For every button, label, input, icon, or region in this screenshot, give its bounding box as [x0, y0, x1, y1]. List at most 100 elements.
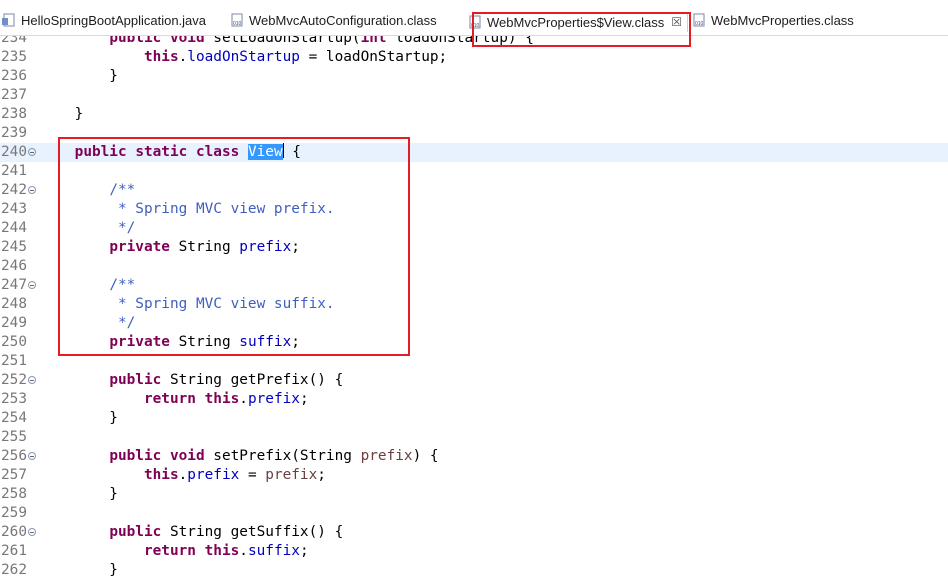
fold-toggle-icon[interactable] — [28, 452, 36, 460]
code-token: } — [40, 562, 118, 578]
code-text: public void setLoadOnStartup(int loadOnS… — [40, 36, 534, 48]
code-token: this — [204, 391, 240, 407]
code-line[interactable]: 235 this.loadOnStartup = loadOnStartup; — [0, 48, 948, 67]
fold-toggle-icon[interactable] — [28, 186, 36, 194]
line-number: 252 — [1, 372, 27, 388]
code-token: } — [40, 68, 118, 84]
line-number: 248 — [1, 296, 27, 312]
tab-label: WebMvcProperties.class — [711, 12, 854, 28]
code-token: . — [239, 391, 248, 407]
line-number: 237 — [1, 87, 27, 103]
code-token: . — [239, 543, 248, 559]
tab-label: WebMvcAutoConfiguration.class — [249, 12, 437, 28]
code-line[interactable]: 259 — [0, 504, 948, 523]
fold-toggle-icon[interactable] — [28, 148, 36, 156]
line-number: 255 — [1, 429, 27, 445]
code-line[interactable]: 236 } — [0, 67, 948, 86]
code-token: loadOnStartup — [187, 49, 300, 65]
line-number: 250 — [1, 334, 27, 350]
code-line[interactable]: 238 } — [0, 105, 948, 124]
code-token: } — [40, 410, 118, 426]
code-text: } — [40, 67, 118, 86]
code-token: this — [204, 543, 240, 559]
code-line[interactable]: 257 this.prefix = prefix; — [0, 466, 948, 485]
code-line[interactable]: 262 } — [0, 561, 948, 580]
code-token: this — [143, 467, 179, 483]
code-text: this.loadOnStartup = loadOnStartup; — [40, 48, 447, 67]
tab-label: HelloSpringBootApplication.java — [21, 12, 207, 28]
code-token: this — [143, 49, 179, 65]
line-number: 242 — [1, 182, 27, 198]
tab-webmvc-properties[interactable]: 010 WebMvcProperties.class — [692, 10, 854, 30]
line-number: 246 — [1, 258, 27, 274]
line-number: 258 — [1, 486, 27, 502]
line-number: 241 — [1, 163, 27, 179]
code-token: ; — [317, 467, 326, 483]
line-number: 260 — [1, 524, 27, 540]
code-text: this.prefix = prefix; — [40, 466, 326, 485]
code-token: public — [109, 36, 162, 46]
code-line[interactable]: 254 } — [0, 409, 948, 428]
line-number: 249 — [1, 315, 27, 331]
code-token: ) { — [412, 448, 439, 464]
code-text: public void setPrefix(String prefix) { — [40, 447, 439, 466]
java-file-icon — [2, 13, 15, 27]
line-number: 261 — [1, 543, 27, 559]
code-token: int — [360, 36, 387, 46]
code-token: prefix — [360, 448, 413, 464]
code-line[interactable]: 252 public String getPrefix() { — [0, 371, 948, 390]
tab-hello-spring-boot-application[interactable]: HelloSpringBootApplication.java — [2, 10, 206, 30]
fold-toggle-icon[interactable] — [28, 281, 36, 289]
line-number: 245 — [1, 239, 27, 255]
code-text: } — [40, 485, 118, 504]
fold-toggle-icon[interactable] — [28, 376, 36, 384]
line-number: 235 — [1, 49, 27, 65]
svg-text:010: 010 — [233, 21, 242, 27]
code-token: setLoadOnStartup( — [204, 36, 361, 46]
fold-toggle-icon[interactable] — [28, 528, 36, 536]
line-number: 262 — [1, 562, 27, 578]
code-token: . — [178, 467, 188, 483]
code-token: ; — [299, 391, 309, 407]
code-token: String getPrefix() { — [161, 372, 344, 388]
code-token: setPrefix(String — [204, 448, 361, 464]
line-number: 247 — [1, 277, 27, 293]
code-line[interactable]: 256 public void setPrefix(String prefix)… — [0, 447, 948, 466]
code-line[interactable]: 237 — [0, 86, 948, 105]
line-number: 234 — [1, 36, 27, 46]
line-number: 244 — [1, 220, 27, 236]
line-number: 253 — [1, 391, 27, 407]
code-token: ; — [299, 543, 309, 559]
code-token: return — [143, 391, 196, 407]
code-token: prefix — [187, 467, 240, 483]
svg-text:010: 010 — [695, 21, 704, 27]
code-token: void — [169, 448, 205, 464]
code-line[interactable]: 261 return this.suffix; — [0, 542, 948, 561]
line-number: 257 — [1, 467, 27, 483]
code-line[interactable]: 255 — [0, 428, 948, 447]
code-line[interactable]: 258 } — [0, 485, 948, 504]
code-token: prefix — [265, 467, 318, 483]
code-line[interactable]: 253 return this.prefix; — [0, 390, 948, 409]
code-highlight-box — [58, 137, 410, 356]
tab-webmvc-auto-configuration[interactable]: 010 WebMvcAutoConfiguration.class — [230, 10, 437, 30]
line-number: 238 — [1, 106, 27, 122]
line-number: 243 — [1, 201, 27, 217]
code-text: public String getSuffix() { — [40, 523, 343, 542]
code-token: } — [40, 486, 118, 502]
class-file-icon: 010 — [231, 13, 243, 27]
code-line[interactable]: 260 public String getSuffix() { — [0, 523, 948, 542]
code-text: return this.prefix; — [40, 390, 309, 409]
code-text: return this.suffix; — [40, 542, 309, 561]
code-text: public String getPrefix() { — [40, 371, 343, 390]
code-token: public — [109, 448, 162, 464]
line-number: 259 — [1, 505, 27, 521]
